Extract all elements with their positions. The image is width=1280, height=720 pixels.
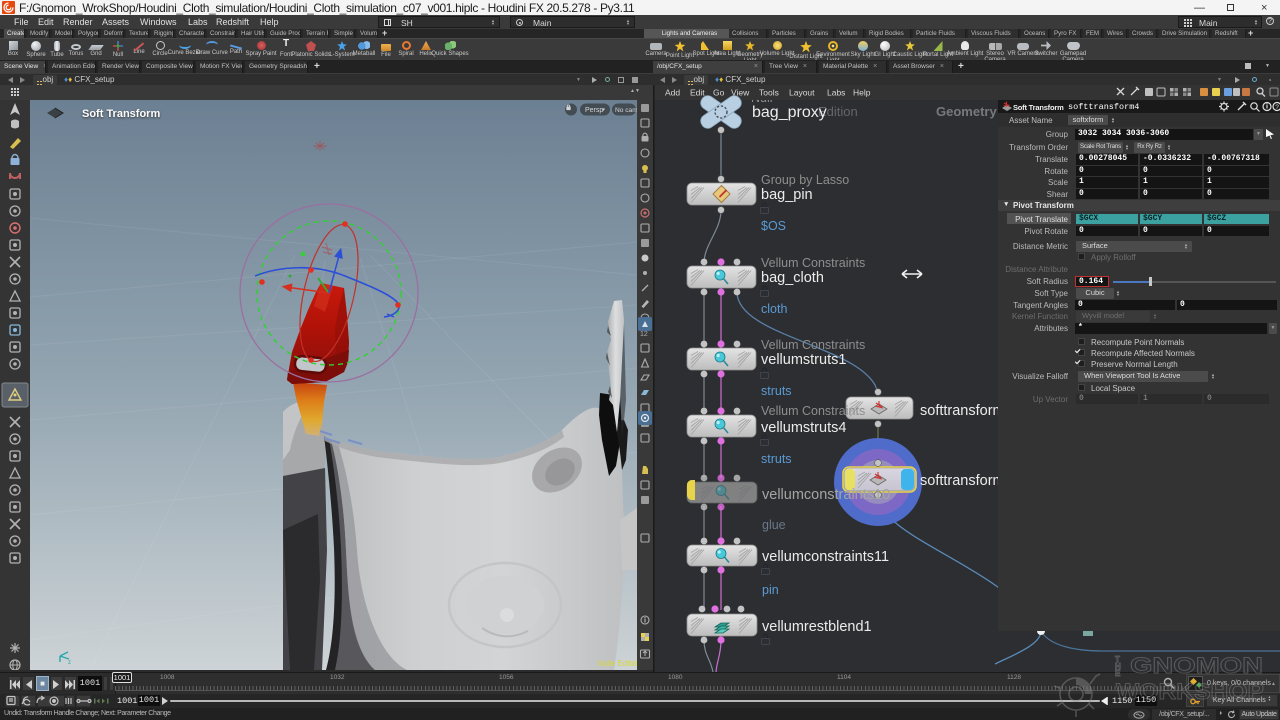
svg-text:glue: glue [762,518,786,532]
svg-text:pin: pin [762,583,779,597]
svg-text:Layout: Layout [789,88,815,98]
svg-text:Add: Add [665,88,680,98]
svg-text:$OS: $OS [761,219,786,233]
svg-text:Vellum Constraints: Vellum Constraints [761,338,865,352]
svg-text:Tools: Tools [759,88,779,98]
svg-text:cloth: cloth [761,302,787,316]
svg-text:bag_pin: bag_pin [761,187,813,203]
svg-text:Help: Help [853,88,871,98]
svg-text:bag_cloth: bag_cloth [761,270,824,286]
svg-text:?: ? [1275,104,1279,111]
svg-text:vellumconstraints11: vellumconstraints11 [762,549,889,565]
svg-text:vellumstruts1: vellumstruts1 [761,352,846,368]
svg-text:Group by Lasso: Group by Lasso [761,173,849,187]
svg-text:Indie Edition: Indie Edition [598,659,637,668]
svg-text:WORKSHOP: WORKSHOP [1116,679,1264,704]
svg-text:No cam: No cam [615,107,637,114]
svg-text:Persp: Persp [585,107,603,114]
svg-text:z: z [68,660,71,666]
svg-text:struts: struts [761,452,792,466]
svg-text:vellumconstraints10: vellumconstraints10 [762,487,890,503]
svg-text:bag_proxy: bag_proxy [752,104,827,121]
svg-text:vellumrestblend1: vellumrestblend1 [762,619,872,635]
svg-text:Vellum Constraints: Vellum Constraints [761,404,865,418]
svg-text:Edit: Edit [690,88,705,98]
svg-text:Soft Transform: Soft Transform [82,108,160,120]
svg-text:Go: Go [713,88,725,98]
svg-text:E: E [1115,669,1121,678]
svg-text:Labs: Labs [827,88,845,98]
svg-text:GNOMON: GNOMON [1130,653,1263,678]
svg-text:Geometry: Geometry [936,104,997,119]
svg-text:struts: struts [761,384,792,398]
svg-text:12: 12 [640,331,648,338]
svg-text:vellumstruts4: vellumstruts4 [761,420,846,436]
svg-text:Vellum Constraints: Vellum Constraints [761,256,865,270]
